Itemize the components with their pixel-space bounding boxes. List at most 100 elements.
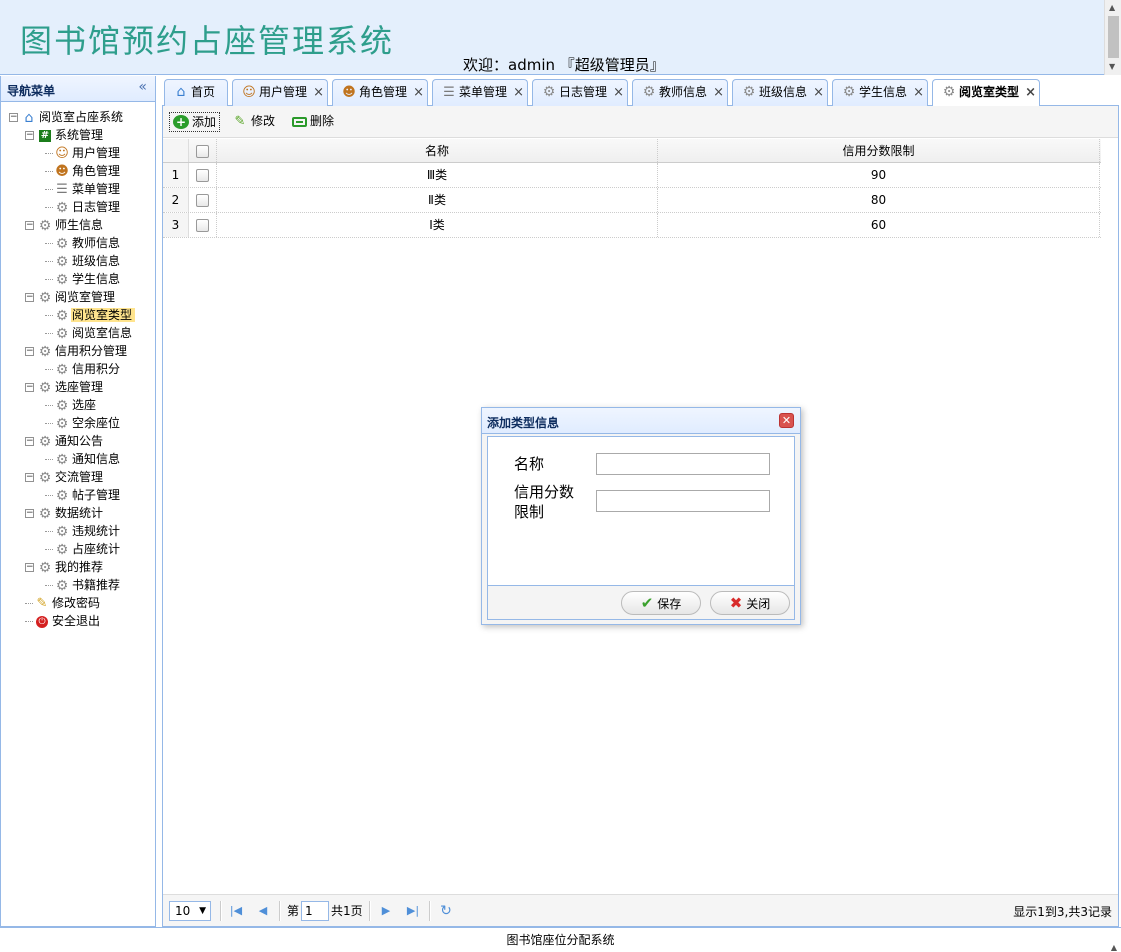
tab-item[interactable]: ⚙ 班级信息 × bbox=[732, 79, 828, 106]
nav-item[interactable]: ⚙ 书籍推荐 bbox=[1, 576, 155, 594]
nav-item[interactable]: − ⚙ 选座管理 bbox=[1, 378, 155, 396]
row-checkbox-cell[interactable] bbox=[189, 188, 217, 212]
nav-item[interactable]: ⚙ 信用积分 bbox=[1, 360, 155, 378]
nav-item[interactable]: ⚙ 占座统计 bbox=[1, 540, 155, 558]
table-row[interactable]: 2 Ⅱ类 80 bbox=[163, 188, 1101, 213]
table-row[interactable]: 1 Ⅲ类 90 bbox=[163, 163, 1101, 188]
nav-item[interactable]: ⚙ 学生信息 bbox=[1, 270, 155, 288]
collapse-toggle-icon[interactable]: − bbox=[25, 293, 34, 302]
last-page-icon[interactable]: ▶| bbox=[403, 901, 423, 921]
close-icon[interactable]: ✕ bbox=[779, 413, 794, 428]
tab-close-icon[interactable]: × bbox=[813, 80, 824, 105]
collapse-toggle-icon[interactable]: − bbox=[25, 509, 34, 518]
scrollbar-thumb[interactable] bbox=[1108, 16, 1119, 58]
nav-tree: − ⌂ 阅览室占座系统 − # 系统管理 ☺ 用户管理 ☻ 角色管理 ☰ 菜单管理 ⚙ 日志管理 − ⚙ 师生信… bbox=[1, 102, 155, 630]
tab-item[interactable]: ⌂ 首页 bbox=[164, 79, 228, 106]
tab-item[interactable]: ☻ 角色管理 × bbox=[332, 79, 428, 106]
column-header-limit[interactable]: 信用分数限制 bbox=[658, 139, 1100, 162]
cross-icon: ✖ bbox=[729, 594, 743, 612]
row-checkbox-cell[interactable] bbox=[189, 163, 217, 187]
tab-item[interactable]: ⚙ 教师信息 × bbox=[632, 79, 728, 106]
tree-connector bbox=[45, 549, 53, 550]
nav-item[interactable]: ⚙ 选座 bbox=[1, 396, 155, 414]
nav-item[interactable]: ⚙ 教师信息 bbox=[1, 234, 155, 252]
select-all-checkbox-cell[interactable] bbox=[189, 139, 217, 162]
tab-close-icon[interactable]: × bbox=[613, 80, 624, 105]
collapse-toggle-icon[interactable]: − bbox=[25, 437, 34, 446]
page-number-input[interactable]: 1 bbox=[301, 901, 329, 921]
tab-item[interactable]: ⚙ 阅览室类型 × bbox=[932, 79, 1040, 107]
row-checkbox[interactable] bbox=[196, 194, 209, 207]
collapse-toggle-icon[interactable]: − bbox=[25, 131, 34, 140]
collapse-icon[interactable]: « bbox=[138, 79, 147, 95]
nav-item[interactable]: ⚙ 空余座位 bbox=[1, 414, 155, 432]
scroll-down-icon[interactable]: ▲▼ bbox=[1111, 936, 1117, 952]
checkmark-icon: ✔ bbox=[640, 594, 654, 612]
select-all-checkbox[interactable] bbox=[196, 145, 209, 158]
nav-item[interactable]: − ⚙ 交流管理 bbox=[1, 468, 155, 486]
nav-item[interactable]: ⚙ 日志管理 bbox=[1, 198, 155, 216]
tab-item[interactable]: ☰ 菜单管理 × bbox=[432, 79, 528, 106]
nav-item[interactable]: − ⚙ 信用积分管理 bbox=[1, 342, 155, 360]
nav-item[interactable]: ☰ 菜单管理 bbox=[1, 180, 155, 198]
table-row[interactable]: 3 Ⅰ类 60 bbox=[163, 213, 1101, 238]
dialog-body: 名称 信用分数 限制 bbox=[487, 436, 795, 586]
tab-close-icon[interactable]: × bbox=[913, 80, 924, 105]
row-checkbox-cell[interactable] bbox=[189, 213, 217, 237]
nav-item-label: 学生信息 bbox=[72, 272, 121, 286]
tree-connector bbox=[45, 459, 53, 460]
nav-item[interactable]: ⚙ 阅览室类型 bbox=[1, 306, 155, 324]
nav-item[interactable]: − ⚙ 我的推荐 bbox=[1, 558, 155, 576]
row-checkbox[interactable] bbox=[196, 169, 209, 182]
page-size-select[interactable]: 10 bbox=[169, 901, 211, 921]
nav-item-label: 修改密码 bbox=[52, 596, 101, 610]
row-checkbox[interactable] bbox=[196, 219, 209, 232]
add-button[interactable]: + 添加 bbox=[169, 112, 221, 132]
collapse-toggle-icon[interactable]: − bbox=[9, 113, 18, 122]
prev-page-icon[interactable]: ◀ bbox=[253, 901, 273, 921]
tab-item[interactable]: ☺ 用户管理 × bbox=[232, 79, 328, 106]
tab-close-icon[interactable]: × bbox=[713, 80, 724, 105]
tab-item[interactable]: ⚙ 日志管理 × bbox=[532, 79, 628, 106]
nav-item[interactable]: ⚙ 班级信息 bbox=[1, 252, 155, 270]
collapse-toggle-icon[interactable]: − bbox=[25, 221, 34, 230]
scroll-down-icon[interactable]: ▼ bbox=[1109, 63, 1115, 71]
nav-item[interactable]: − ⚙ 阅览室管理 bbox=[1, 288, 155, 306]
refresh-icon[interactable]: ↻ bbox=[436, 901, 456, 921]
nav-item[interactable]: ☻ 角色管理 bbox=[1, 162, 155, 180]
nav-item[interactable]: ☺ 用户管理 bbox=[1, 144, 155, 162]
save-button[interactable]: ✔ 保存 bbox=[621, 591, 701, 615]
close-button[interactable]: ✖ 关闭 bbox=[710, 591, 790, 615]
nav-item[interactable]: − ⚙ 数据统计 bbox=[1, 504, 155, 522]
first-page-icon[interactable]: |◀ bbox=[226, 901, 246, 921]
nav-item[interactable]: − # 系统管理 bbox=[1, 126, 155, 144]
next-page-icon[interactable]: ▶ bbox=[376, 901, 396, 921]
collapse-toggle-icon[interactable]: − bbox=[25, 383, 34, 392]
tab-close-icon[interactable]: × bbox=[1025, 80, 1036, 105]
tab-item[interactable]: ⚙ 学生信息 × bbox=[832, 79, 928, 106]
tab-close-icon[interactable]: × bbox=[513, 80, 524, 105]
dialog-header[interactable]: 添加类型信息 ✕ bbox=[482, 408, 800, 434]
nav-item[interactable]: ⚙ 帖子管理 bbox=[1, 486, 155, 504]
tab-close-icon[interactable]: × bbox=[413, 80, 424, 105]
nav-item[interactable]: − ⚙ 师生信息 bbox=[1, 216, 155, 234]
collapse-toggle-icon[interactable]: − bbox=[25, 563, 34, 572]
nav-item[interactable]: − ⌂ 阅览室占座系统 bbox=[1, 108, 155, 126]
limit-input[interactable] bbox=[596, 490, 770, 512]
name-input[interactable] bbox=[596, 453, 770, 475]
nav-item[interactable]: − ⚙ 通知公告 bbox=[1, 432, 155, 450]
scroll-up-icon[interactable]: ▲ bbox=[1109, 4, 1115, 12]
nav-item[interactable]: ⚙ 阅览室信息 bbox=[1, 324, 155, 342]
edit-button[interactable]: ✎ 修改 bbox=[229, 112, 278, 132]
delete-button[interactable]: 删除 bbox=[288, 112, 337, 132]
column-header-name[interactable]: 名称 bbox=[217, 139, 658, 162]
header-scrollbar[interactable]: ▲ ▼ bbox=[1104, 0, 1121, 75]
plus-icon: + bbox=[173, 115, 189, 129]
collapse-toggle-icon[interactable]: − bbox=[25, 473, 34, 482]
nav-item[interactable]: ✎ 修改密码 bbox=[1, 594, 155, 612]
nav-item[interactable]: ⚙ 违规统计 bbox=[1, 522, 155, 540]
nav-item[interactable]: ⚙ 通知信息 bbox=[1, 450, 155, 468]
tab-close-icon[interactable]: × bbox=[313, 80, 324, 105]
nav-item[interactable]: ⏻ 安全退出 bbox=[1, 612, 155, 630]
collapse-toggle-icon[interactable]: − bbox=[25, 347, 34, 356]
